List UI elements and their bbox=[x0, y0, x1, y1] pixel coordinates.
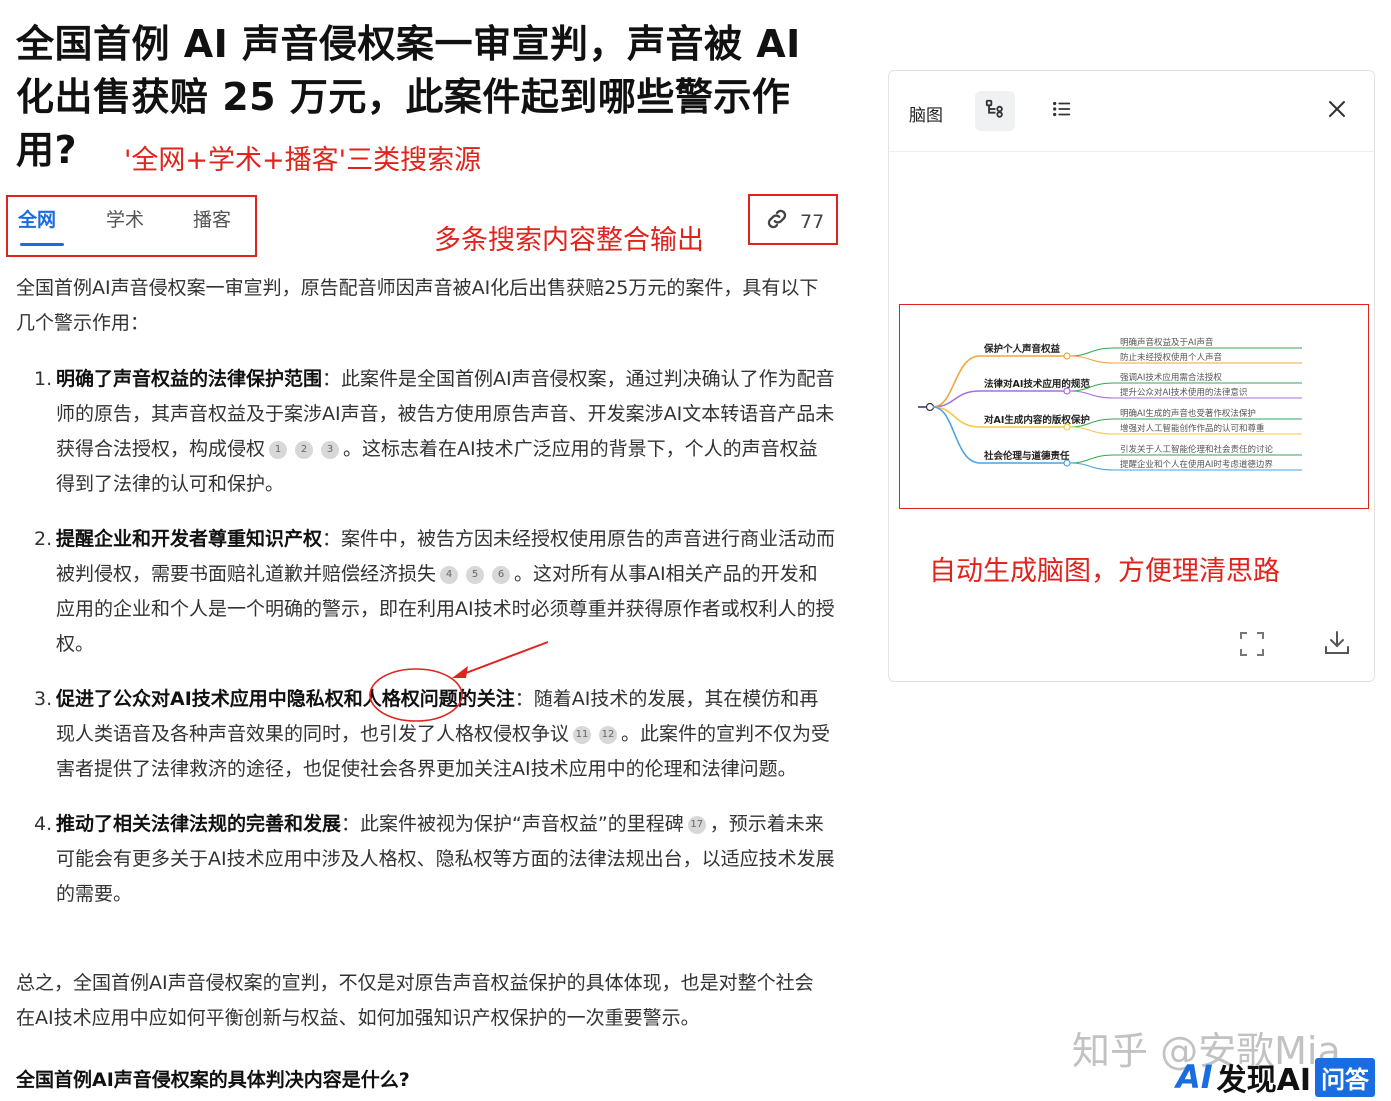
brand-badge: 问答 bbox=[1315, 1057, 1376, 1097]
mindmap-branch-node bbox=[1063, 352, 1071, 360]
fullscreen-icon bbox=[1239, 632, 1265, 661]
mindmap-leaf-label: 提升公众对AI技术使用的法律意识 bbox=[1120, 387, 1247, 398]
point-heading: 明确了声音权益的法律保护范围 bbox=[56, 368, 323, 390]
answer-conclusion: 总之，全国首例AI声音侵权案的宣判，不仅是对原告声音权益保护的具体体现，也是对整… bbox=[16, 972, 814, 1029]
list-icon bbox=[1051, 98, 1073, 124]
mindmap-branch-node bbox=[1063, 423, 1071, 431]
tabs-bar: 全网 学术 播客 bbox=[6, 195, 257, 257]
mindmap-leaf-label: 提醒企业和个人在使用AI时考虑道德边界 bbox=[1120, 459, 1273, 470]
brand-mark: AI bbox=[1176, 1058, 1213, 1096]
citations-button[interactable]: 77 bbox=[764, 206, 824, 237]
panel-title: 脑图 bbox=[909, 106, 943, 126]
mindmap-branch-label: 对AI生成内容的版权保护 bbox=[984, 414, 1090, 426]
citation-marker[interactable]: 1 bbox=[269, 440, 288, 459]
point-heading: 提醒企业和开发者尊重知识产权 bbox=[56, 528, 323, 550]
brand-name: 发现AI bbox=[1216, 1063, 1312, 1098]
citation-marker[interactable]: 2 bbox=[295, 440, 314, 459]
point-heading: 推动了相关法律法规的完善和发展 bbox=[56, 813, 342, 835]
mindmap-leaf-label: 明确声音权益及于AI声音 bbox=[1120, 337, 1214, 348]
citation-count: 77 bbox=[800, 210, 825, 233]
citation-marker[interactable]: 3 bbox=[321, 440, 340, 459]
mindmap-branch-node bbox=[1063, 387, 1071, 395]
mindmap-panel: 脑图 保护个人声音权益 明确声音权益及于AI声音 防止未经授权使用个人声音 法律… bbox=[888, 70, 1375, 682]
annotation-mindmap: 自动生成脑图，方便理清思路 bbox=[929, 556, 1280, 587]
mindmap-branch-label: 保护个人声音权益 bbox=[983, 343, 1061, 355]
mindmap-canvas[interactable]: 保护个人声音权益 明确声音权益及于AI声音 防止未经授权使用个人声音法律对AI技术应… bbox=[899, 304, 1369, 509]
panel-header: 脑图 bbox=[889, 71, 1374, 152]
mindmap-leaf-label: 强调AI技术应用需合法授权 bbox=[1120, 372, 1222, 383]
mindmap-branch-line bbox=[932, 390, 1064, 408]
download-button[interactable] bbox=[1323, 629, 1351, 661]
close-icon bbox=[1327, 99, 1347, 123]
citation-marker[interactable]: 4 bbox=[440, 565, 459, 584]
mindmap-leaf-label: 明确AI生成的声音也受著作权法保护 bbox=[1120, 408, 1256, 419]
mindmap-branch-node bbox=[1063, 459, 1071, 467]
mindmap-view-button[interactable] bbox=[975, 91, 1015, 131]
tab-academic[interactable]: 学术 bbox=[106, 205, 144, 232]
mindmap-diagram: 保护个人声音权益 明确声音权益及于AI声音防止未经授权使用个人声音法律对AI技术应… bbox=[918, 337, 1302, 471]
link-icon bbox=[764, 206, 790, 237]
mindmap-branch-label: 社会伦理与道德责任 bbox=[983, 450, 1070, 462]
mindmap-branch-label: 法律对AI技术应用的规范 bbox=[984, 378, 1090, 390]
brand-logo: AI 发现AI 问答 bbox=[1176, 1057, 1376, 1098]
answer-intro: 全国首例AI声音侵权案一审宣判，原告配音师因声音被AI化后出售获赔25万元的案件… bbox=[16, 277, 819, 334]
citation-box: 77 bbox=[748, 194, 838, 245]
mindmap-root-node bbox=[925, 402, 935, 412]
citation-marker[interactable]: 11 bbox=[573, 725, 592, 744]
close-button[interactable] bbox=[1317, 91, 1357, 131]
annotation-circle-arrow bbox=[369, 641, 549, 722]
followup-question[interactable]: 全国首例AI声音侵权案的具体判决内容是什么? bbox=[16, 1065, 410, 1092]
outline-view-button[interactable] bbox=[1042, 91, 1082, 131]
annotation-integrate: 多条搜索内容整合输出 bbox=[434, 225, 704, 256]
tab-all-web[interactable]: 全网 bbox=[18, 205, 56, 232]
active-tab-indicator bbox=[20, 243, 64, 246]
download-icon bbox=[1323, 631, 1351, 661]
mindmap-icon bbox=[984, 98, 1006, 124]
citation-marker[interactable]: 5 bbox=[466, 565, 485, 584]
list-item: 4. 推动了相关法律法规的完善和发展：此案件被视为保护“声音权益”的里程碑 17 ，预… bbox=[34, 813, 835, 905]
annotation-sources: '全网+学术+播客'三类搜索源 bbox=[124, 145, 482, 176]
citation-marker[interactable]: 17 bbox=[687, 815, 706, 834]
mindmap-leaf-label: 增强对人工智能创作作品的认可和尊重 bbox=[1120, 423, 1265, 434]
mindmap-leaf-label: 防止未经授权使用个人声音 bbox=[1120, 352, 1223, 363]
citation-marker[interactable]: 6 bbox=[492, 565, 511, 584]
citation-marker[interactable]: 12 bbox=[599, 725, 618, 744]
list-item: 1. 明确了声音权益的法律保护范围：此案件是全国首例AI声音侵权案，通过判决确认了… bbox=[34, 368, 835, 495]
mindmap-leaf-label: 引发关于人工智能伦理和社会责任的讨论 bbox=[1120, 444, 1274, 455]
fullscreen-button[interactable] bbox=[1239, 631, 1265, 661]
tab-podcast[interactable]: 播客 bbox=[193, 205, 231, 232]
